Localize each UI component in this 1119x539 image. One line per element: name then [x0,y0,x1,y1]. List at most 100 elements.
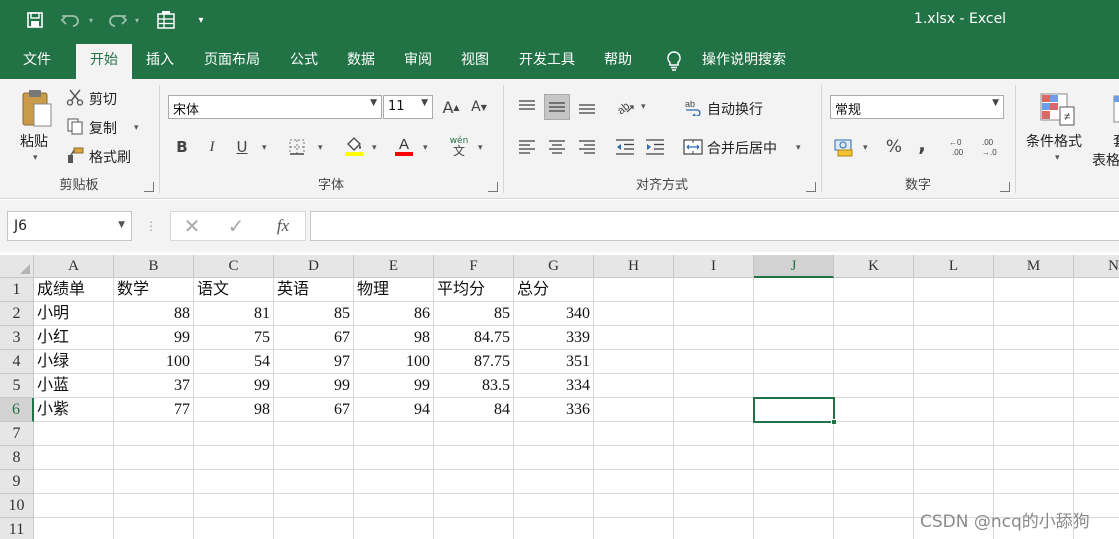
cell-j1[interactable] [754,278,834,302]
increase-font-size-icon[interactable]: A ▲ [440,95,462,119]
cell-a5[interactable]: 小蓝 [34,374,114,398]
undo-icon[interactable] [58,9,84,31]
cell-b9[interactable] [114,470,194,494]
cell-g1[interactable]: 总分 [514,278,594,302]
cell-f8[interactable] [434,446,514,470]
cell-n3[interactable] [1074,326,1119,350]
row-header-6[interactable]: 6 [0,398,34,422]
cell-i8[interactable] [674,446,754,470]
cell-k11[interactable] [834,518,914,539]
cell-f10[interactable] [434,494,514,518]
cell-d1[interactable]: 英语 [274,278,354,302]
paste-label[interactable]: 粘贴 [20,131,48,151]
cell-h7[interactable] [594,422,674,446]
cell-e7[interactable] [354,422,434,446]
cell-i9[interactable] [674,470,754,494]
cell-n8[interactable] [1074,446,1119,470]
cell-f9[interactable] [434,470,514,494]
cell-f7[interactable] [434,422,514,446]
cell-a7[interactable] [34,422,114,446]
tab-help[interactable]: 帮助 [594,41,642,79]
cell-a2[interactable]: 小明 [34,302,114,326]
column-header-n[interactable]: N [1074,255,1119,278]
cell-l4[interactable] [914,350,994,374]
row-header-10[interactable]: 10 [0,494,34,518]
cell-a1[interactable]: 成绩单 [34,278,114,302]
cell-e11[interactable] [354,518,434,539]
cell-h6[interactable] [594,398,674,422]
column-header-l[interactable]: L [914,255,994,278]
cell-e4[interactable]: 100 [354,350,434,374]
cell-i11[interactable] [674,518,754,539]
cell-k8[interactable] [834,446,914,470]
cell-k5[interactable] [834,374,914,398]
column-header-f[interactable]: F [434,255,514,278]
redo-icon[interactable] [104,9,130,31]
cell-d7[interactable] [274,422,354,446]
cell-c3[interactable]: 75 [194,326,274,350]
form-icon[interactable] [154,9,178,31]
cell-g8[interactable] [514,446,594,470]
cell-i2[interactable] [674,302,754,326]
accounting-format-icon[interactable] [832,134,858,160]
cell-a11[interactable] [34,518,114,539]
italic-button[interactable]: I [202,135,222,159]
chevron-down-icon[interactable]: ▼ [421,98,428,108]
phonetic-guide-icon[interactable]: wén 文 [448,133,470,159]
cell-d11[interactable] [274,518,354,539]
decrease-indent-icon[interactable] [612,135,638,159]
cut-icon[interactable] [64,87,86,107]
cell-j2[interactable] [754,302,834,326]
cell-d6[interactable]: 67 [274,398,354,422]
cell-d2[interactable]: 85 [274,302,354,326]
cell-e9[interactable] [354,470,434,494]
cell-b3[interactable]: 99 [114,326,194,350]
select-all-button[interactable] [0,255,34,278]
borders-dropdown-icon[interactable]: ▾ [318,143,323,153]
cell-f5[interactable]: 83.5 [434,374,514,398]
cell-l9[interactable] [914,470,994,494]
tab-file[interactable]: 文件 [12,41,62,79]
number-format-combo[interactable]: 常规 ▼ [830,95,1004,119]
cut-label[interactable]: 剪切 [89,89,117,109]
cell-k1[interactable] [834,278,914,302]
cell-k3[interactable] [834,326,914,350]
cell-d4[interactable]: 97 [274,350,354,374]
cell-e3[interactable]: 98 [354,326,434,350]
cell-k9[interactable] [834,470,914,494]
cell-c10[interactable] [194,494,274,518]
align-bottom-icon[interactable] [574,94,600,120]
font-size-combo[interactable]: 11 ▼ [383,95,433,119]
undo-dropdown-icon[interactable]: ▾ [86,9,96,31]
cell-c5[interactable]: 99 [194,374,274,398]
cell-d5[interactable]: 99 [274,374,354,398]
tell-me-search[interactable]: 操作说明搜索 [694,41,794,79]
tab-home[interactable]: 开始 [76,44,132,79]
font-name-combo[interactable]: 宋体 ▼ [168,95,382,119]
cell-h3[interactable] [594,326,674,350]
comma-style-button[interactable]: , [912,131,932,157]
cell-b1[interactable]: 数学 [114,278,194,302]
cell-c6[interactable]: 98 [194,398,274,422]
cell-h10[interactable] [594,494,674,518]
column-header-c[interactable]: C [194,255,274,278]
row-header-7[interactable]: 7 [0,422,34,446]
cell-m9[interactable] [994,470,1074,494]
clipboard-launcher-icon[interactable] [144,182,154,192]
cell-m2[interactable] [994,302,1074,326]
column-header-k[interactable]: K [834,255,914,278]
cell-c11[interactable] [194,518,274,539]
save-icon[interactable] [24,9,46,31]
cell-g3[interactable]: 339 [514,326,594,350]
enter-icon[interactable]: ✓ [223,214,249,238]
cell-b11[interactable] [114,518,194,539]
cell-i3[interactable] [674,326,754,350]
cell-i5[interactable] [674,374,754,398]
row-header-11[interactable]: 11 [0,518,34,539]
cell-j10[interactable] [754,494,834,518]
merge-center-icon[interactable] [682,135,704,159]
wrap-text-icon[interactable]: ab [682,94,704,120]
column-header-e[interactable]: E [354,255,434,278]
column-header-h[interactable]: H [594,255,674,278]
tab-view[interactable]: 视图 [451,41,499,79]
